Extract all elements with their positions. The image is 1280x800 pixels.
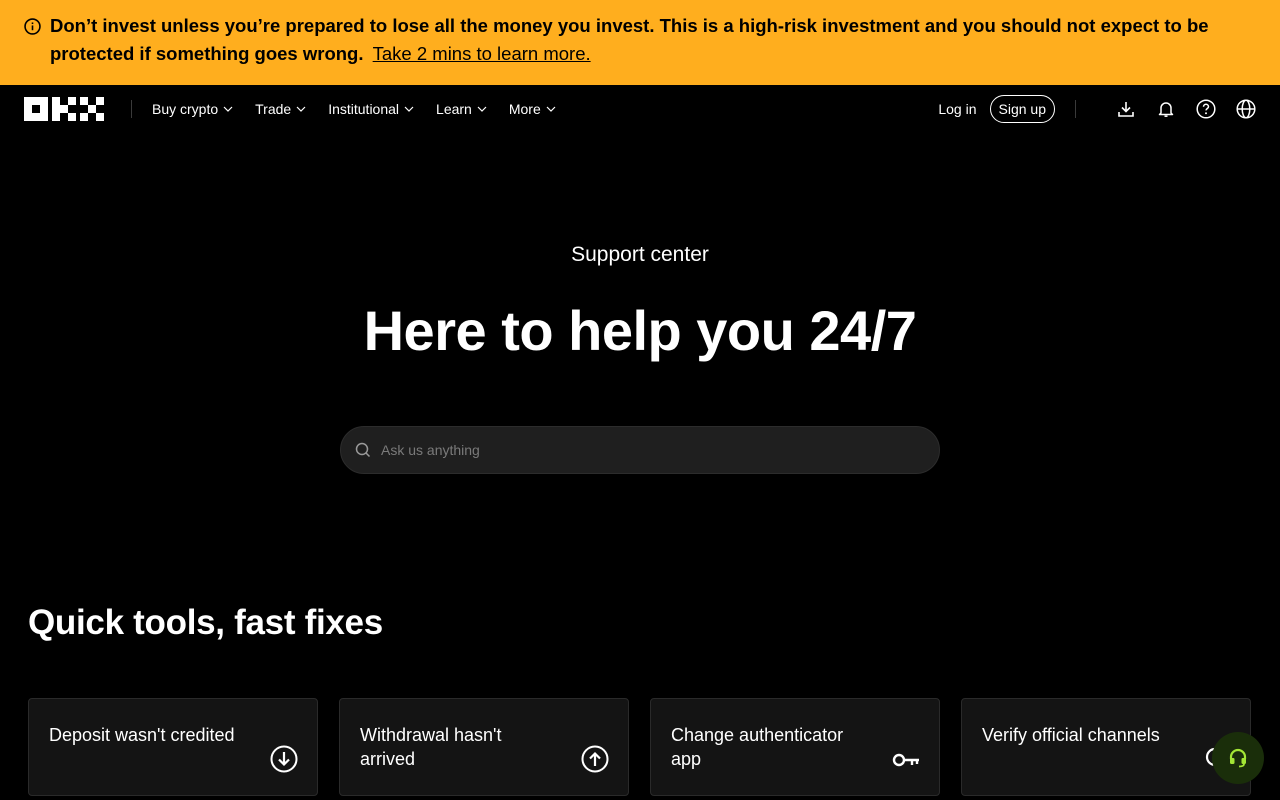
card-label: Verify official channels (982, 725, 1160, 745)
quick-tool-card-authenticator[interactable]: Change authenticator app (650, 698, 940, 796)
nav-item-more[interactable]: More (509, 101, 556, 117)
nav-item-label: More (508, 101, 541, 117)
card-label: Deposit wasn't credited (49, 725, 235, 745)
search-input[interactable] (381, 442, 921, 458)
headset-icon (1229, 748, 1247, 768)
quick-tools-title: Quick tools, fast fixes (28, 603, 383, 642)
quick-tools-cards: Deposit wasn't credited Withdrawal hasn'… (28, 698, 1251, 796)
search-bar[interactable] (340, 426, 940, 474)
bell-icon (1158, 102, 1174, 117)
okx-logo[interactable] (24, 97, 104, 121)
language-button[interactable] (1236, 99, 1256, 119)
nav-item-label: Institutional (328, 101, 400, 117)
notifications-button[interactable] (1156, 99, 1176, 119)
download-icon (1118, 102, 1134, 117)
risk-warning-text: Don’t invest unless you’re prepared to l… (50, 12, 1265, 68)
risk-warning-banner: Don’t invest unless you’re prepared to l… (0, 0, 1280, 85)
search-icon (355, 442, 371, 458)
help-button[interactable] (1196, 99, 1216, 119)
live-support-button[interactable] (1212, 732, 1264, 784)
top-navigation: Buy crypto Trade Institutional Learn Mor… (0, 85, 1280, 133)
nav-item-institutional[interactable]: Institutional (328, 101, 414, 117)
nav-item-buy-crypto[interactable]: Buy crypto (152, 101, 233, 117)
nav-item-label: Buy crypto (152, 101, 219, 117)
chevron-down-icon (477, 106, 487, 112)
chevron-down-icon (296, 106, 306, 112)
key-icon (892, 753, 919, 767)
card-label: Withdrawal hasn't arrived (360, 725, 502, 769)
quick-tool-card-withdrawal[interactable]: Withdrawal hasn't arrived (339, 698, 629, 796)
quick-tool-card-deposit[interactable]: Deposit wasn't credited (28, 698, 318, 796)
nav-divider (131, 100, 132, 118)
nav-item-label: Learn (436, 101, 472, 117)
page-title: Here to help you 24/7 (363, 299, 917, 362)
download-app-button[interactable] (1116, 99, 1136, 119)
quick-tool-card-verify-channels[interactable]: Verify official channels (961, 698, 1251, 796)
help-icon (1196, 99, 1216, 119)
chevron-down-icon (404, 106, 414, 112)
nav-item-label: Trade (255, 101, 292, 117)
nav-item-learn[interactable]: Learn (436, 101, 487, 117)
nav-actions-divider (1075, 100, 1076, 118)
nav-menu: Buy crypto Trade Institutional Learn Mor… (152, 85, 556, 133)
chevron-down-icon (223, 106, 233, 112)
upload-circle-icon (581, 745, 609, 773)
page-subtitle: Support center (571, 243, 709, 266)
signup-button[interactable]: Sign up (989, 95, 1055, 123)
login-button[interactable]: Log in (938, 101, 976, 117)
globe-icon (1236, 99, 1256, 119)
download-circle-icon (270, 745, 298, 773)
nav-item-trade[interactable]: Trade (255, 101, 306, 117)
card-label: Change authenticator app (671, 725, 844, 769)
info-icon (24, 18, 41, 35)
risk-warning-message: Don’t invest unless you’re prepared to l… (50, 15, 1209, 64)
learn-more-link[interactable]: Take 2 mins to learn more. (373, 43, 591, 64)
nav-actions: Log in Sign up (938, 85, 1256, 133)
chevron-down-icon (546, 106, 556, 112)
